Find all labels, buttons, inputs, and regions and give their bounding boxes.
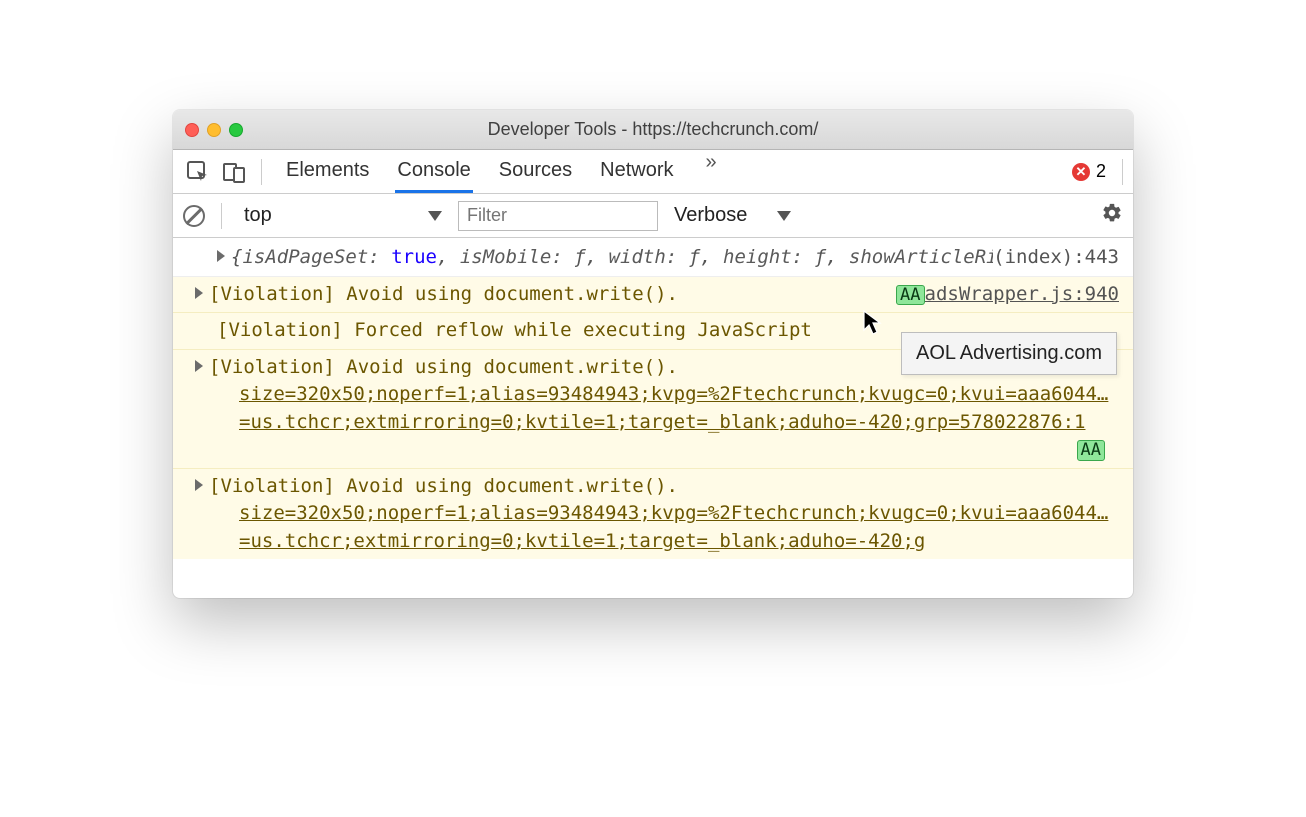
thirdparty-badge[interactable]: AA — [1077, 440, 1105, 461]
violation-text: [Violation] Forced reflow while executin… — [217, 319, 812, 341]
tab-sources[interactable]: Sources — [497, 151, 574, 193]
divider — [221, 203, 222, 229]
device-toolbar-icon[interactable] — [219, 157, 249, 187]
console-toolbar: top Verbose — [173, 194, 1133, 238]
source-link[interactable]: adsWrapper.js:940 — [925, 281, 1119, 309]
disclosure-triangle-icon[interactable] — [195, 360, 203, 372]
source-link[interactable]: (index):443 — [993, 244, 1119, 272]
violation-text: [Violation] Avoid using document.write()… — [209, 475, 678, 497]
context-label: top — [244, 204, 272, 227]
log-row: (index):443 {isAdPageSet: true, isMobile… — [173, 238, 1133, 277]
chevron-down-icon — [777, 211, 791, 221]
disclosure-triangle-icon[interactable] — [195, 287, 203, 299]
level-label: Verbose — [674, 204, 747, 227]
disclosure-triangle-icon[interactable] — [195, 479, 203, 491]
devtools-window: Developer Tools - https://techcrunch.com… — [173, 110, 1133, 598]
filter-input[interactable] — [458, 201, 658, 231]
tab-console[interactable]: Console — [395, 151, 472, 193]
traffic-lights — [185, 123, 243, 137]
tab-group: Elements Console Sources Network » — [284, 151, 723, 193]
context-selector[interactable]: top — [238, 202, 448, 229]
violation-row: [Violation] Avoid using document.write()… — [173, 469, 1133, 560]
divider — [1122, 159, 1123, 185]
tabs-overflow-icon[interactable]: » — [700, 151, 723, 193]
violation-text: [Violation] Avoid using document.write()… — [209, 283, 678, 305]
thirdparty-badge[interactable]: AA — [896, 285, 924, 306]
log-level-selector[interactable]: Verbose — [668, 204, 797, 227]
disclosure-triangle-icon[interactable] — [217, 250, 225, 262]
titlebar: Developer Tools - https://techcrunch.com… — [173, 110, 1133, 150]
divider — [261, 159, 262, 185]
devtools-tabbar: Elements Console Sources Network » ✕ 2 — [173, 150, 1133, 194]
window-close-button[interactable] — [185, 123, 199, 137]
settings-icon[interactable] — [1101, 202, 1123, 230]
error-count: 2 — [1096, 161, 1106, 182]
inspect-element-icon[interactable] — [183, 157, 213, 187]
console-messages: (index):443 {isAdPageSet: true, isMobile… — [173, 238, 1133, 598]
clear-console-icon[interactable] — [183, 205, 205, 227]
window-title: Developer Tools - https://techcrunch.com… — [488, 119, 819, 140]
tab-network[interactable]: Network — [598, 151, 675, 193]
violation-row: AA adsWrapper.js:940 [Violation] Avoid u… — [173, 277, 1133, 314]
window-minimize-button[interactable] — [207, 123, 221, 137]
request-url[interactable]: size=320x50;noperf=1;alias=93484943;kvpg… — [239, 502, 1108, 552]
request-url[interactable]: size=320x50;noperf=1;alias=93484943;kvpg… — [239, 383, 1108, 433]
tab-elements[interactable]: Elements — [284, 151, 371, 193]
error-counter[interactable]: ✕ 2 — [1072, 161, 1106, 182]
badge-tooltip: AOL Advertising.com — [901, 332, 1117, 375]
window-zoom-button[interactable] — [229, 123, 243, 137]
error-icon: ✕ — [1072, 163, 1090, 181]
object-preview[interactable]: {isAdPageSet: true, isMobile: ƒ, width: … — [195, 244, 993, 272]
chevron-down-icon — [428, 211, 442, 221]
violation-text: [Violation] Avoid using document.write()… — [209, 356, 678, 378]
